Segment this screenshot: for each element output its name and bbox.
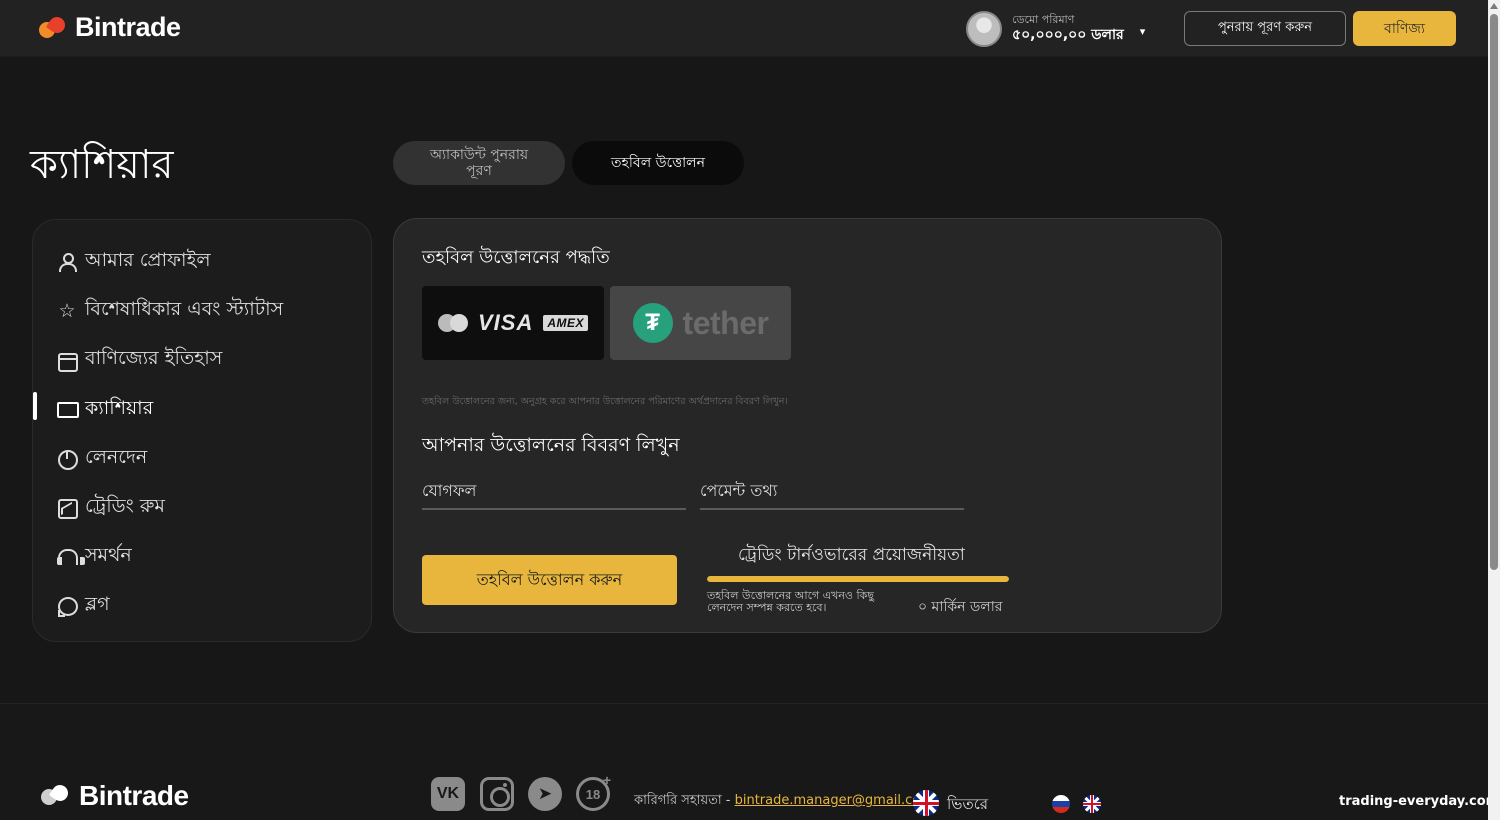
scroll-up-icon[interactable]: [1490, 3, 1498, 9]
logo-mark-icon: [39, 13, 69, 40]
method-tether-option[interactable]: ₮ tether: [610, 286, 791, 360]
methods-title: তহবিল উত্তোলনের পদ্ধতি: [422, 247, 610, 268]
sidebar-item-label: ব্লগ: [85, 593, 110, 615]
sidebar-item-transactions[interactable]: লেনদেন: [57, 443, 147, 475]
brand-logo[interactable]: Bintrade: [39, 12, 181, 43]
sidebar-item-label: বিশেষাধিকার এবং স্ট্যাটাস: [85, 298, 284, 320]
payment-field-wrap: [700, 481, 964, 510]
amount-input[interactable]: [422, 481, 686, 500]
instagram-icon[interactable]: [480, 777, 514, 811]
age-label: 18: [585, 786, 601, 802]
withdraw-note: তহবিল উত্তোলনের জন্য, অনুগ্রহ করে আপনার …: [422, 396, 788, 407]
sidebar-item-label: ট্রেডিং রুম: [85, 495, 165, 517]
line-chart-icon: [57, 498, 78, 519]
amex-logo: AMEX: [543, 315, 589, 331]
ru-flag-icon[interactable]: [1052, 795, 1070, 813]
scrollbar[interactable]: [1488, 0, 1500, 820]
top-header: Bintrade ডেমো পরিমাণ ৫০,০০০,০০ ডলার ▾ পু…: [0, 0, 1488, 57]
chat-bubble-icon: [57, 596, 78, 617]
avatar[interactable]: [966, 11, 1002, 47]
details-title: আপনার উত্তোলনের বিবরণ লিখুন: [422, 434, 680, 456]
tab-withdraw[interactable]: তহবিল উত্তোলন: [572, 141, 744, 185]
mastercard-icon: [437, 314, 468, 332]
turnover-progress-bar: [707, 576, 1009, 582]
page-title: ক্যাশিয়ার: [30, 142, 174, 188]
tether-icon: ₮: [632, 303, 673, 343]
sidebar-item-privileges[interactable]: ☆ বিশেষাধিকার এবং স্ট্যাটাস: [57, 295, 283, 327]
account-type-label: ডেমো পরিমাণ: [1012, 13, 1075, 27]
logo-mark-icon: [41, 781, 72, 808]
turnover-description: তহবিল উত্তোলনের আগে এখনও কিছু লেনদেন সম্…: [707, 589, 874, 614]
active-indicator: [33, 392, 37, 420]
age-18-icon: 18 +: [576, 772, 611, 811]
sidebar-item-blog[interactable]: ব্লগ: [57, 590, 110, 622]
tab-deposit[interactable]: অ্যাকাউন্ট পুনরায় পূরণ: [393, 141, 565, 185]
deposit-button[interactable]: পুনরায় পূরণ করুন: [1184, 11, 1346, 46]
footer-brand-name: Bintrade: [79, 780, 189, 811]
tech-support: কারিগরি সহায়তা - bintrade.manager@gmail…: [634, 791, 933, 812]
user-icon: [57, 252, 77, 272]
pie-chart-icon: [57, 449, 78, 470]
star-icon: ☆: [58, 300, 76, 322]
chevron-down-icon[interactable]: ▾: [1140, 25, 1146, 38]
sidebar-item-trading-room[interactable]: ট্রেডিং রুম: [57, 492, 165, 524]
sidebar-item-label: ক্যাশিয়ার: [85, 397, 154, 419]
headphones-icon: [57, 547, 85, 567]
turnover-amount: ০ মার্কিন ডলার: [918, 599, 1003, 615]
withdraw-panel: তহবিল উত্তোলনের পদ্ধতি VISA AMEX ₮ tethe…: [393, 218, 1222, 633]
sidebar-item-trade-history[interactable]: বাণিজ্যের ইতিহাস: [57, 344, 222, 376]
method-card-option[interactable]: VISA AMEX: [422, 286, 604, 360]
account-balance: ৫০,০০০,০০ ডলার: [1012, 27, 1124, 44]
language-label[interactable]: ভিতরে: [947, 793, 988, 818]
monitor-icon: [57, 400, 79, 420]
sidebar-item-support[interactable]: সমর্থন: [57, 541, 132, 573]
tether-logo-text: tether: [682, 304, 769, 341]
footer-brand-logo[interactable]: Bintrade: [41, 780, 189, 812]
sidebar-item-label: সমর্থন: [85, 544, 132, 566]
age-plus: +: [602, 772, 611, 788]
sidebar: আমার প্রোফাইল ☆ বিশেষাধিকার এবং স্ট্যাটা…: [32, 219, 372, 642]
amount-field-wrap: [422, 481, 686, 510]
withdraw-submit-button[interactable]: তহবিল উত্তোলন করুন: [422, 555, 677, 605]
visa-logo: VISA: [477, 310, 534, 335]
telegram-icon[interactable]: ➤: [528, 777, 562, 811]
brand-name: Bintrade: [75, 12, 181, 42]
support-prefix: কারিগরি সহায়তা -: [634, 793, 735, 808]
uk-flag-small-icon[interactable]: [1083, 795, 1101, 813]
sidebar-item-label: লেনদেন: [85, 446, 148, 468]
support-email-link[interactable]: bintrade.manager@gmail.com: [735, 793, 933, 808]
sidebar-item-cashier[interactable]: ক্যাশিয়ার: [57, 394, 153, 426]
turnover-title: ট্রেডিং টার্নওভারের প্রয়োজনীয়তা: [738, 545, 965, 565]
sidebar-item-label: আমার প্রোফাইল: [85, 249, 211, 271]
scroll-thumb[interactable]: [1490, 14, 1498, 570]
sidebar-item-profile[interactable]: আমার প্রোফাইল: [57, 246, 211, 278]
sidebar-item-label: বাণিজ্যের ইতিহাস: [85, 347, 223, 369]
uk-flag-icon[interactable]: [913, 790, 939, 816]
account-switcher[interactable]: ডেমো পরিমাণ ৫০,০০০,০০ ডলার ▾: [966, 11, 1145, 47]
calendar-icon: [57, 350, 78, 372]
trade-button[interactable]: বাণিজ্য: [1353, 11, 1456, 46]
watermark: trading-everyday.com: [1339, 794, 1500, 809]
turnover-progress-fill: [707, 576, 1009, 582]
footer: Bintrade VK ➤ 18 + কারিগরি সহায়তা - bint…: [0, 704, 1488, 820]
vk-icon[interactable]: VK: [431, 777, 465, 811]
payment-info-input[interactable]: [700, 481, 964, 500]
